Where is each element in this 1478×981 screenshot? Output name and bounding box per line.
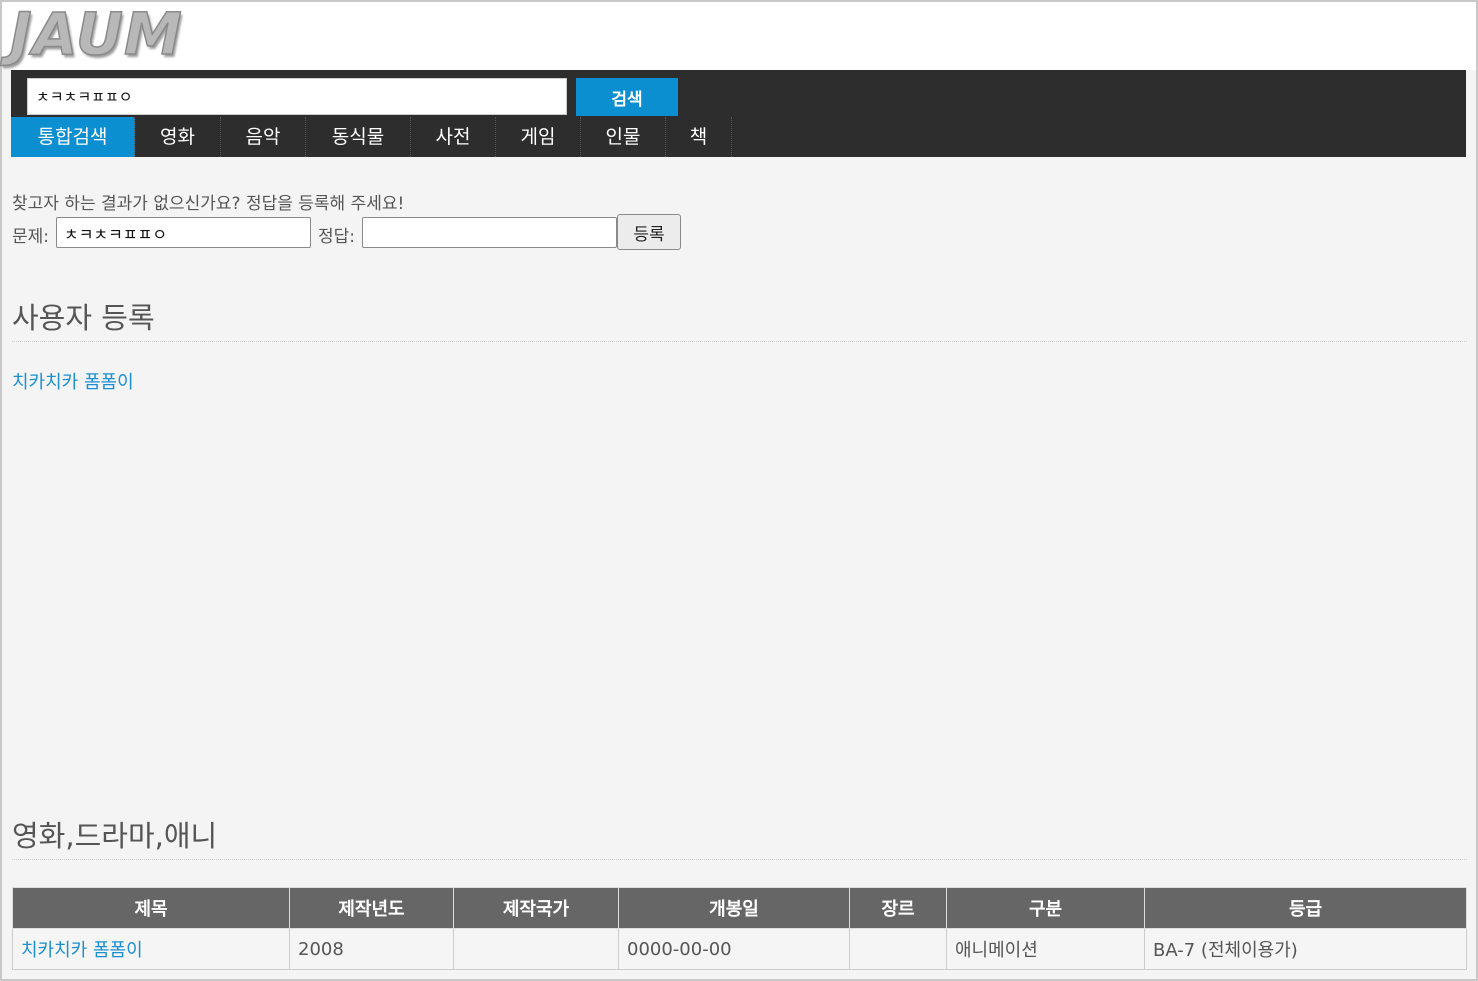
tab-movie[interactable]: 영화 xyxy=(135,117,221,157)
register-button[interactable]: 등록 xyxy=(617,214,681,250)
logo-bar: JAUM xyxy=(2,1,1476,70)
column-header-year: 제작년도 xyxy=(289,887,454,929)
question-label: 문제: xyxy=(12,227,50,247)
cell-genre xyxy=(849,928,947,970)
column-header-type: 구분 xyxy=(946,887,1145,929)
cell-release-date: 0000-00-00 xyxy=(618,928,850,970)
column-header-rating: 등급 xyxy=(1144,887,1467,929)
column-header-title: 제목 xyxy=(12,887,290,929)
jaum-logo[interactable]: JAUM xyxy=(9,1,183,67)
tab-person[interactable]: 인물 xyxy=(581,117,666,157)
tab-book[interactable]: 책 xyxy=(666,117,732,157)
tab-animals-plants[interactable]: 동식물 xyxy=(306,117,411,157)
tab-dictionary[interactable]: 사전 xyxy=(411,117,496,157)
table-row: 치카치카 폼폼이 2008 0000-00-00 애니메이션 BA-7 (전체이… xyxy=(12,928,1467,970)
answer-field[interactable] xyxy=(362,217,617,248)
tab-game[interactable]: 게임 xyxy=(496,117,581,157)
tab-music[interactable]: 음악 xyxy=(221,117,306,157)
table-header-row: 제목 제작년도 제작국가 개봉일 장르 구분 등급 xyxy=(12,887,1467,929)
cell-year: 2008 xyxy=(289,928,454,970)
movie-section-title: 영화,드라마,애니 xyxy=(12,813,1467,860)
user-section-title: 사용자 등록 xyxy=(12,295,1467,342)
answer-label: 정답: xyxy=(318,227,356,247)
tab-integrated-search[interactable]: 통합검색 xyxy=(11,117,135,157)
search-button[interactable]: 검색 xyxy=(576,78,678,116)
column-header-genre: 장르 xyxy=(849,887,947,929)
cell-type: 애니메이션 xyxy=(946,928,1145,970)
column-header-country: 제작국가 xyxy=(453,887,619,929)
search-header: 검색 통합검색 영화 음악 동식물 사전 게임 인물 책 xyxy=(11,70,1466,157)
category-tabs: 통합검색 영화 음악 동식물 사전 게임 인물 책 xyxy=(11,117,732,157)
no-result-notice: 찾고자 하는 결과가 없으신가요? 정답을 등록해 주세요! xyxy=(12,194,405,214)
movie-results-table: 제목 제작년도 제작국가 개봉일 장르 구분 등급 치카치카 폼폼이 2008 … xyxy=(12,887,1467,970)
cell-rating: BA-7 (전체이용가) xyxy=(1144,928,1467,970)
movie-title-link[interactable]: 치카치카 폼폼이 xyxy=(21,940,143,961)
search-input[interactable] xyxy=(27,78,567,115)
cell-title: 치카치카 폼폼이 xyxy=(12,928,290,970)
user-result-link[interactable]: 치카치카 폼폼이 xyxy=(12,368,134,394)
answer-form: 문제: 정답: 등록 xyxy=(12,214,712,250)
question-field[interactable] xyxy=(56,217,311,248)
cell-country xyxy=(453,928,619,970)
column-header-release-date: 개봉일 xyxy=(618,887,850,929)
